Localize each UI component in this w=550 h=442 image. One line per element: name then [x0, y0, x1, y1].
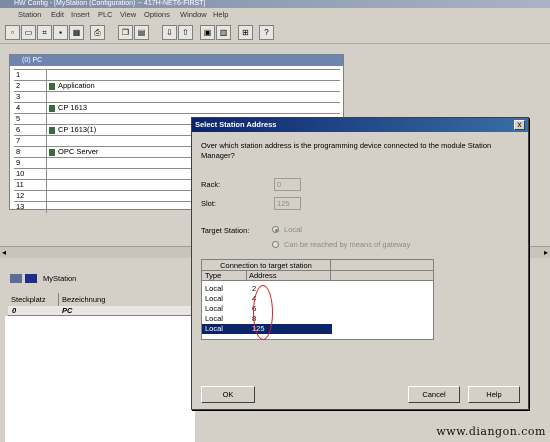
radio-gateway[interactable] — [272, 241, 279, 248]
row-type: Local — [205, 304, 223, 313]
station-name: MyStation — [43, 274, 77, 283]
menu-station[interactable]: Station — [18, 10, 41, 19]
lower-table-header: Steckplatz Bezeichnung — [8, 293, 198, 307]
radio-local[interactable] — [272, 226, 279, 233]
module-icon[interactable]: ▥ — [216, 25, 231, 40]
watermark: www.diangon.com — [436, 425, 546, 438]
slot-number: 11 — [16, 180, 24, 189]
save-compile-icon[interactable]: ▦ — [69, 25, 84, 40]
scroll-right-icon[interactable]: ▸ — [544, 248, 548, 257]
download-icon[interactable]: ⇩ — [162, 25, 177, 40]
group-header-label: Connection to target station — [220, 261, 312, 270]
module-icon — [49, 149, 55, 156]
close-icon[interactable]: x — [514, 120, 525, 130]
slot-number: 7 — [16, 136, 21, 145]
target-station-label: Target Station: — [201, 226, 250, 235]
slot-label: Slot: — [201, 199, 217, 208]
connection-list: Connection to target station Type Addres… — [201, 259, 434, 340]
paste-icon[interactable]: ▤ — [134, 25, 149, 40]
slot-number: 2 — [16, 81, 21, 90]
slot-number: 9 — [16, 158, 21, 167]
annotation-ellipse — [253, 285, 273, 340]
scroll-left-icon[interactable]: ◂ — [2, 248, 6, 257]
slot-number: 13 — [16, 202, 25, 211]
module-name: Application — [58, 81, 95, 90]
slot-number: 1 — [16, 70, 21, 79]
print-icon[interactable]: ⎙ — [90, 25, 105, 40]
menu-options[interactable]: Options — [144, 10, 170, 19]
module-name: CP 1613(1) — [58, 125, 97, 134]
rack-row[interactable]: 1 — [14, 69, 340, 81]
slot-number: 10 — [16, 169, 25, 178]
connection-column-header: Type Address — [202, 271, 433, 281]
connection-group-header: Connection to target station — [202, 260, 433, 271]
column-designation[interactable]: Bezeichnung — [62, 295, 105, 304]
new-icon[interactable]: ▫ — [5, 25, 20, 40]
column-address[interactable]: Address — [249, 271, 277, 281]
slot-number: 3 — [16, 92, 21, 101]
rack-row[interactable]: 4 CP 1613 — [14, 102, 340, 114]
cancel-button[interactable]: Cancel — [408, 386, 460, 403]
copy-icon[interactable]: ❐ — [118, 25, 133, 40]
lower-table-body — [5, 316, 195, 442]
slot-number: 8 — [16, 147, 21, 156]
module-name: CP 1613 — [58, 103, 88, 112]
network-config-icon[interactable]: ⊞ — [238, 25, 253, 40]
slot-number: 5 — [16, 114, 21, 123]
upload-icon[interactable]: ⇧ — [178, 25, 193, 40]
forward-arrow-icon[interactable] — [25, 274, 37, 283]
column-type[interactable]: Type — [205, 271, 221, 281]
dialog-title: Select Station Address — [192, 118, 528, 132]
help-button[interactable]: Help — [468, 386, 520, 403]
toolbar: ▫ ▭ ⌗ ▪ ▦ ⎙ ❐ ▤ ⇩ ⇧ ▣ ▥ ⊞ ? — [0, 22, 550, 44]
row-type: Local — [205, 284, 223, 293]
row-type: Local — [205, 324, 223, 333]
rack-title: (0) PC — [10, 55, 343, 66]
module-name: OPC Server — [58, 147, 99, 156]
row-type: Local — [205, 294, 223, 303]
slot-number: 6 — [16, 125, 21, 134]
module-icon — [49, 83, 55, 90]
row-type: Local — [205, 314, 223, 323]
rack-spinner[interactable]: 0 — [274, 178, 301, 191]
radio-local-label: Local — [284, 225, 302, 234]
catalog-icon[interactable]: ▣ — [200, 25, 215, 40]
menu-plc[interactable]: PLC — [98, 10, 113, 19]
radio-gateway-label: Can be reached by means of gateway — [284, 240, 411, 249]
cp-module-icon — [49, 127, 55, 134]
menu-view[interactable]: View — [120, 10, 136, 19]
network-icon[interactable]: ⌗ — [37, 25, 52, 40]
rack-label: Rack: — [201, 180, 221, 189]
slot-number: 12 — [16, 191, 25, 200]
station-header: MyStation — [0, 263, 200, 293]
back-arrow-icon[interactable] — [10, 274, 22, 283]
menu-insert[interactable]: Insert — [71, 10, 90, 19]
lower-table-row[interactable]: 0 PC — [8, 306, 198, 316]
window-title: HW Config - [MyStation (Configuration) -… — [0, 0, 550, 8]
designation-value: PC — [62, 306, 73, 315]
help-icon[interactable]: ? — [259, 25, 274, 40]
dialog-question: Over which station address is the progra… — [201, 141, 492, 160]
rack-row[interactable]: 2 Application — [14, 80, 340, 92]
save-icon[interactable]: ▪ — [53, 25, 68, 40]
menu-window[interactable]: Window — [180, 10, 207, 19]
select-station-address-dialog: Select Station Address x Over which stat… — [191, 117, 529, 410]
slot-spinner[interactable]: 125 — [274, 197, 301, 210]
ok-button[interactable]: OK — [201, 386, 255, 403]
rack-row[interactable]: 3 — [14, 91, 340, 103]
menu-help[interactable]: Help — [213, 10, 228, 19]
column-slot[interactable]: Steckplatz — [11, 295, 46, 304]
cp-module-icon — [49, 105, 55, 112]
slot-value: 0 — [12, 306, 17, 315]
slot-number: 4 — [16, 103, 21, 112]
menu-bar: Station Edit Insert PLC View Options Win… — [0, 8, 550, 22]
menu-edit[interactable]: Edit — [51, 10, 64, 19]
open-icon[interactable]: ▭ — [21, 25, 36, 40]
